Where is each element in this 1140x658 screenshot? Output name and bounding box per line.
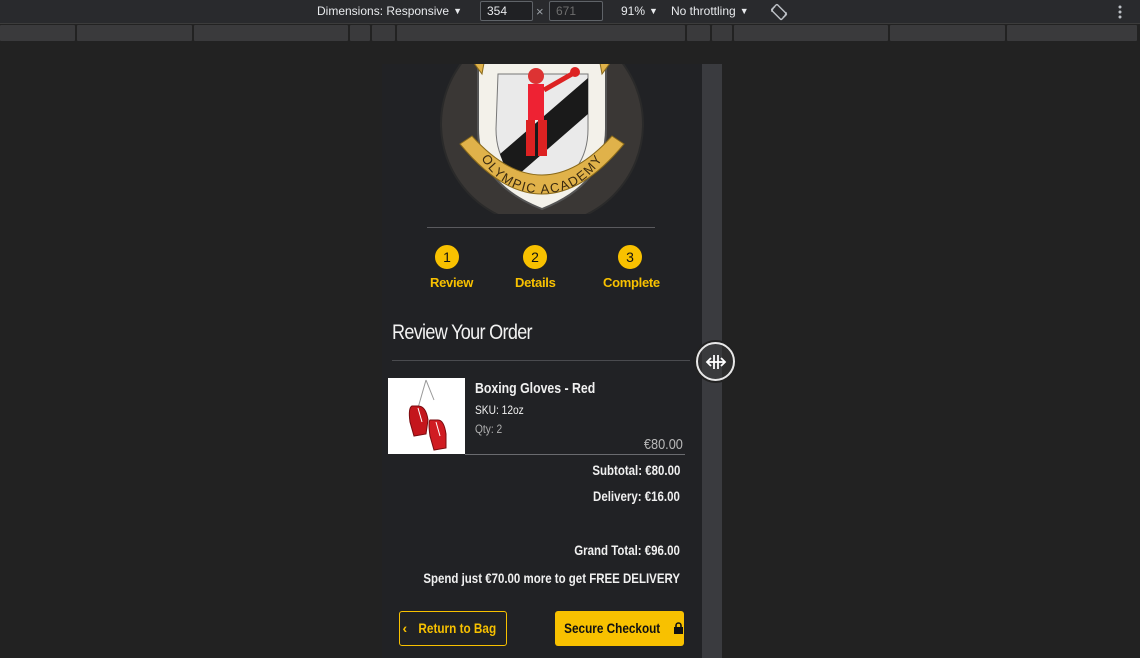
product-price: €80.00 [643,436,683,453]
step-number: 2 [522,244,548,270]
media-query-segment[interactable] [397,25,685,41]
zoom-dropdown[interactable]: 91% ▼ [621,0,658,24]
step-label: Details [515,275,556,290]
media-query-segment[interactable] [734,25,888,41]
step-complete[interactable]: 3 Complete [603,244,660,290]
step-number: 3 [617,244,643,270]
caret-down-icon: ▼ [453,6,462,16]
media-query-segment[interactable] [194,25,348,41]
height-input[interactable]: 671 [549,1,603,21]
grand-total: Grand Total: €96.00 [574,542,680,558]
media-query-segment[interactable] [372,25,395,41]
more-vert-icon[interactable] [1114,3,1126,21]
page-title: Review Your Order [392,321,533,344]
step-label: Complete [603,275,660,290]
product-name[interactable]: Boxing Gloves - Red [475,380,595,397]
devtools-device-toolbar: Dimensions: Responsive ▼ 354 × 671 91% ▼ N… [0,0,1140,24]
divider [465,454,685,455]
caret-down-icon: ▼ [649,6,658,16]
page-viewport: OLYMPIC ACADEMY 1 Review 2 Details 3 Com… [382,64,702,658]
divider [427,227,655,228]
throttling-dropdown[interactable]: No throttling ▼ [671,0,749,24]
secure-checkout-label: Secure Checkout [564,620,661,636]
throttling-label: No throttling [671,4,736,18]
subtotal: Subtotal: €80.00 [591,462,680,478]
olympic-academy-logo[interactable]: OLYMPIC ACADEMY [438,64,646,226]
media-query-segment[interactable] [687,25,710,41]
divider [392,360,690,361]
step-label: Review [430,275,474,290]
lock-icon [673,620,684,636]
media-query-segment[interactable] [712,25,732,41]
delivery-cost: Delivery: €16.00 [593,488,680,504]
secure-checkout-button[interactable]: Secure Checkout [555,611,684,646]
step-details[interactable]: 2 Details [515,244,556,290]
return-to-bag-button[interactable]: ‹ Return to Bag [399,611,507,646]
dimensions-label: Dimensions: Responsive [317,4,450,18]
return-to-bag-label: Return to Bag [418,620,497,636]
zoom-label: 91% [621,4,646,18]
media-query-segment[interactable] [77,25,192,41]
media-query-segment[interactable] [350,25,370,41]
product-qty: Qty: 2 [475,422,503,436]
width-input[interactable]: 354 [480,1,533,21]
step-number: 1 [434,244,460,270]
product-image[interactable] [388,378,465,454]
media-query-segment[interactable] [1007,25,1137,41]
rotate-icon[interactable] [770,3,788,21]
media-query-segment[interactable] [0,25,75,41]
chevron-left-icon: ‹ [402,620,408,636]
product-sku: SKU: 12oz [475,403,524,417]
dimensions-dropdown[interactable]: Dimensions: Responsive ▼ [317,0,462,24]
caret-down-icon: ▼ [739,6,749,16]
media-query-bar [0,25,1140,42]
step-review[interactable]: 1 Review [430,244,474,290]
free-delivery-message: Spend just €70.00 more to get FREE DELIV… [423,570,680,586]
resize-handle-icon[interactable] [696,342,735,381]
times-sign: × [536,4,544,19]
media-query-segment[interactable] [890,25,1005,41]
